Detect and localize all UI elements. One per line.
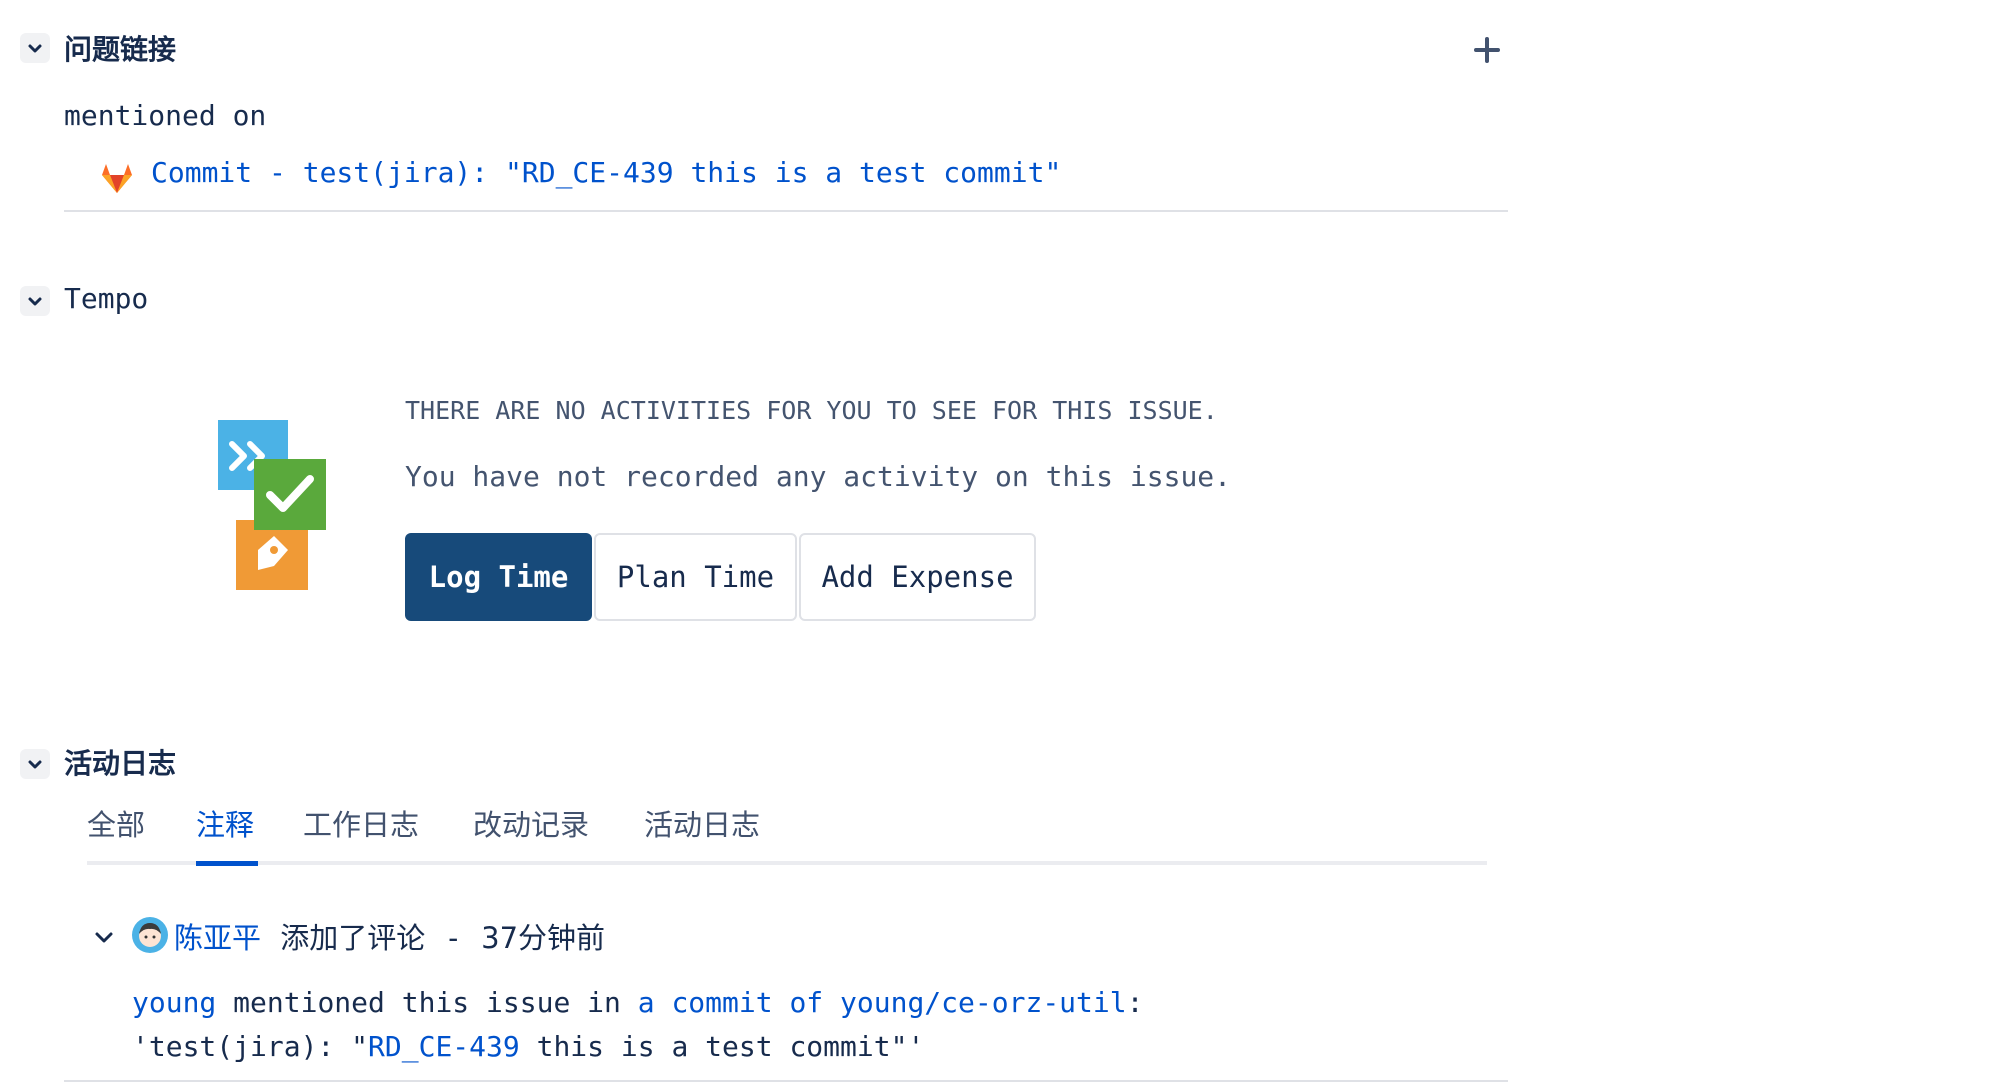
commit-repo-link[interactable]: a commit of young/ce-orz-util: [638, 986, 1127, 1019]
comment-timestamp[interactable]: 37分钟前: [481, 921, 605, 955]
tempo-logo-icon: [216, 418, 328, 592]
comment-header: 陈亚平 添加了评论 - 37分钟前: [174, 915, 605, 957]
section-title-activity: 活动日志: [64, 747, 177, 780]
comment-action: 添加了评论: [280, 921, 426, 955]
comment-author-link[interactable]: 陈亚平: [174, 921, 261, 955]
collapse-issue-links-toggle[interactable]: [20, 33, 50, 63]
comment-separator: -: [444, 921, 462, 955]
issue-links-divider: [64, 210, 1508, 212]
comment-divider: [64, 1080, 1508, 1082]
avatar[interactable]: [132, 917, 168, 953]
comment-text-colon: :: [1126, 986, 1144, 1019]
log-time-button[interactable]: Log Time: [405, 533, 592, 621]
collapse-tempo-toggle[interactable]: [20, 286, 50, 316]
chevron-down-icon: [28, 44, 42, 53]
collapse-comment-toggle[interactable]: [92, 925, 116, 949]
tab-work-log[interactable]: 工作日志: [303, 802, 419, 844]
add-link-button[interactable]: [1472, 35, 1502, 65]
empty-state-heading: THERE ARE NO ACTIVITIES FOR YOU TO SEE F…: [405, 396, 1218, 425]
avatar-icon: [132, 917, 168, 953]
issue-key-link[interactable]: RD_CE-439: [368, 1030, 520, 1063]
gitlab-icon: [99, 160, 135, 196]
active-tab-indicator: [196, 861, 258, 866]
chevron-down-icon: [95, 932, 113, 943]
tab-history[interactable]: 改动记录: [473, 802, 589, 844]
plus-icon: [1474, 37, 1500, 63]
comment-text: mentioned this issue in: [216, 986, 638, 1019]
commit-message-prefix: 'test(jira): ": [132, 1030, 369, 1063]
comment-body-line-1: young mentioned this issue in a commit o…: [132, 986, 1143, 1019]
add-expense-button[interactable]: Add Expense: [799, 533, 1036, 621]
chevron-down-icon: [28, 297, 42, 306]
comment-user-link[interactable]: young: [132, 986, 216, 1019]
tab-activity[interactable]: 活动日志: [644, 802, 760, 844]
tab-all[interactable]: 全部: [87, 802, 145, 844]
tab-comments[interactable]: 注释: [196, 802, 254, 844]
mentioned-label: mentioned on: [64, 99, 267, 132]
chevron-down-icon: [28, 760, 42, 769]
section-title-issue-links: 问题链接: [64, 33, 177, 66]
section-title-tempo: Tempo: [64, 282, 149, 315]
comment-body-line-2: 'test(jira): "RD_CE-439 this is a test c…: [132, 1030, 924, 1063]
commit-message-suffix: this is a test commit"': [519, 1030, 925, 1063]
tabs-baseline: [87, 861, 1487, 865]
empty-state-message: You have not recorded any activity on th…: [405, 460, 1232, 493]
plan-time-button[interactable]: Plan Time: [594, 533, 797, 621]
collapse-activity-toggle[interactable]: [20, 749, 50, 779]
commit-link[interactable]: Commit - test(jira): "RD_CE-439 this is …: [151, 156, 1061, 189]
